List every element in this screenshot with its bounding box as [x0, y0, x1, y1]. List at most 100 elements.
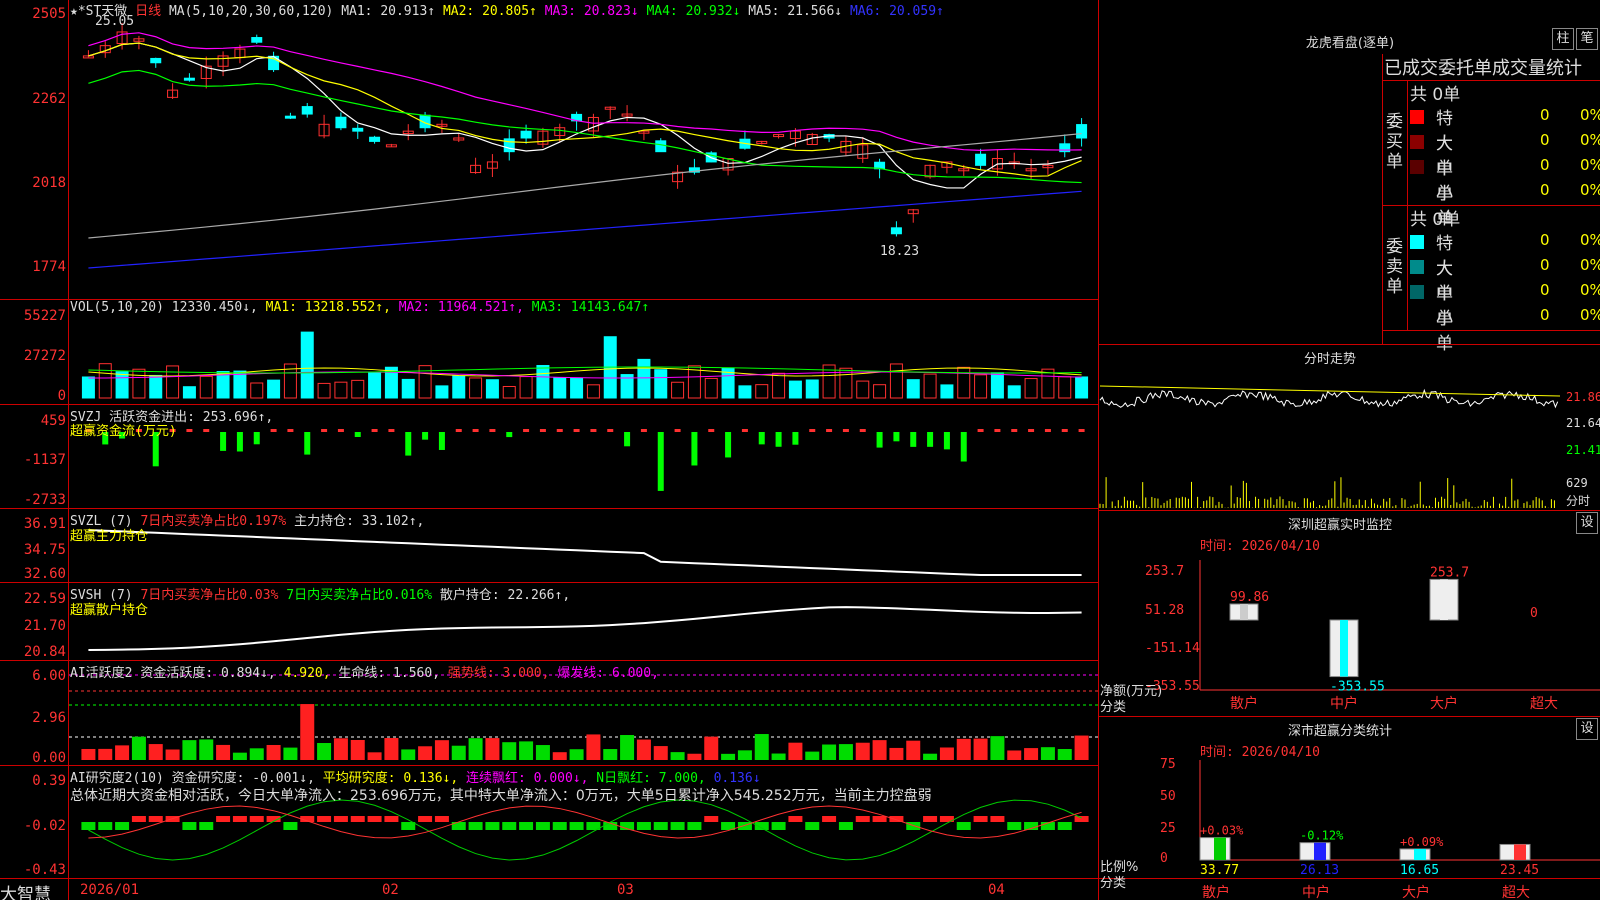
svsh-ratio2: 7日内买卖净占比0.016%: [286, 588, 433, 603]
sz-class-category: 超大: [1502, 885, 1530, 900]
research-bar: [990, 816, 1005, 822]
sz-class-settings-button[interactable]: 设: [1576, 718, 1598, 740]
research-bar: [502, 822, 517, 830]
research-bar: [131, 816, 146, 822]
vol-bar: [671, 381, 685, 399]
vol-bar: [788, 380, 802, 399]
vol-bar: [1024, 378, 1038, 399]
activity-bar: [199, 739, 214, 760]
activity-bar: [249, 748, 264, 760]
order-size-label: 小单: [1436, 309, 1453, 354]
flow-bar: [220, 432, 227, 451]
flow-bar: [910, 432, 917, 447]
flow-bar: [1061, 429, 1068, 432]
buy-total: 共 0单: [1410, 85, 1461, 105]
ai2-n-red: N日飘红: 7.000,: [596, 771, 706, 786]
activity-bar: [350, 739, 365, 760]
activity-bar: [418, 746, 433, 760]
activity-bar: [771, 753, 786, 760]
sz-monitor-axis-tick: 253.7: [1145, 564, 1184, 579]
vol-bar: [1058, 376, 1072, 399]
svzl-sub: 超赢主力持仓: [70, 529, 149, 544]
activity-bar: [855, 742, 870, 760]
sz-class-value-label: 23.45: [1500, 863, 1539, 878]
activity-bar: [401, 749, 416, 760]
sz-monitor-bar-highlight: [1240, 604, 1248, 620]
flow-bar: [304, 432, 311, 455]
date-tick: 03: [617, 882, 634, 898]
holding-line: [88, 606, 1082, 651]
research-bar: [468, 822, 483, 830]
price-axis-tick: 2505: [32, 6, 66, 22]
research-bar: [788, 816, 803, 822]
bar-mode-button[interactable]: 柱: [1552, 28, 1574, 50]
order-pct: 0%: [1580, 256, 1600, 274]
svzl-axis-tick: 34.75: [23, 542, 66, 558]
date-tick: 2026/01: [80, 882, 140, 898]
activity-bar: [586, 734, 601, 760]
panel-divider: [0, 508, 1098, 509]
sz-monitor-axis-tick: 51.28: [1145, 603, 1184, 618]
activity-bar: [1024, 748, 1039, 760]
intraday-vol-axis: 629: [1566, 476, 1588, 490]
activity-bar: [569, 749, 584, 760]
svsh-axis-tick: 21.70: [23, 618, 66, 634]
sz-monitor-settings-button[interactable]: 设: [1576, 512, 1598, 534]
research-bar: [636, 822, 651, 830]
ai2-value5: 0.136↓: [713, 771, 761, 786]
ai2-title: AI研究度2(10): [70, 771, 164, 786]
tick-mode-button[interactable]: 笔: [1576, 28, 1598, 50]
vol-header: VOL(5,10,20) 12330.450↓, MA1: 13218.552↑…: [70, 300, 649, 315]
activity-bar: [519, 741, 534, 760]
flow-bar: [489, 429, 496, 432]
svzl-label: 主力持仓: 33.102↑,: [294, 514, 425, 529]
sz-class-change-label: +0.03%: [1200, 824, 1244, 838]
vol-bar: [300, 331, 314, 399]
flow-bar: [725, 432, 732, 458]
price-candle: [284, 115, 296, 119]
vol-ma1: MA1: 13218.552↑,: [265, 300, 391, 315]
flow-bar: [809, 429, 816, 432]
research-bar: [384, 816, 399, 822]
ma4-value: MA4: 20.932↓: [646, 4, 741, 19]
activity-bar: [1007, 750, 1022, 760]
color-swatch: [1410, 135, 1424, 149]
activity-bar: [973, 738, 988, 760]
flow-bar: [994, 429, 1001, 432]
research-bar: [418, 816, 433, 822]
research-bar: [872, 816, 887, 822]
research-bar: [401, 822, 416, 830]
flow-bar: [943, 432, 950, 450]
flow-bar: [321, 429, 328, 432]
research-bar: [232, 816, 247, 822]
research-bar: [552, 822, 567, 830]
panel-divider: [0, 582, 1098, 583]
ai2-summary: 总体近期大资金相对活跃，今日大单净流入：253.696万元，其中特大单净流入：0…: [70, 788, 932, 804]
research-bar: [249, 816, 264, 822]
order-pct: 0%: [1580, 231, 1600, 249]
low-price-label: 18.23: [880, 244, 920, 259]
svsh-label: 散户持仓: 22.266↑,: [439, 588, 571, 603]
activity-bar: [81, 748, 96, 760]
vol-bar: [199, 375, 213, 399]
vol-bar: [267, 379, 281, 399]
right-panel-divider: [1098, 0, 1099, 900]
period-label[interactable]: 日线: [135, 4, 161, 19]
research-bar: [333, 816, 348, 822]
flow-bar: [893, 432, 900, 442]
vol-bar: [772, 372, 786, 399]
order-pct: 0%: [1580, 306, 1600, 324]
flow-bar: [758, 432, 765, 445]
activity-bar: [670, 752, 685, 760]
activity-bar: [737, 750, 752, 760]
panel-divider: [0, 404, 1098, 405]
activity-bar: [535, 745, 550, 760]
research-line: [88, 805, 1082, 839]
flow-bar: [1078, 429, 1085, 432]
flow-bar: [590, 429, 597, 432]
flow-bar: [708, 429, 715, 432]
ma3-value: MA3: 20.823↓: [544, 4, 639, 19]
vol-bar: [115, 371, 129, 399]
vol-bar: [317, 382, 331, 399]
color-swatch: [1410, 160, 1424, 174]
